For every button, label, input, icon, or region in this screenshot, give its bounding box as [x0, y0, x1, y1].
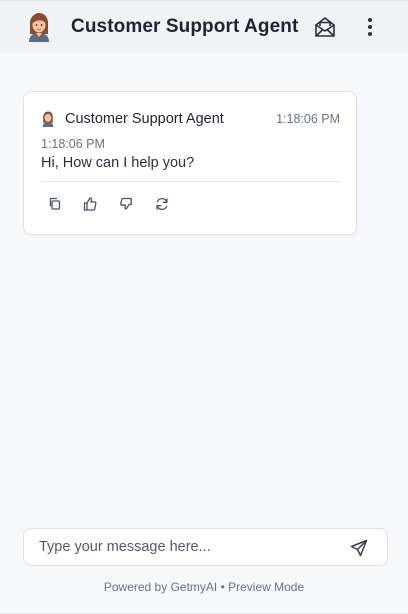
message-timestamp: 1:18:06 PM [276, 112, 340, 126]
message-composer [23, 528, 388, 566]
refresh-icon[interactable] [154, 196, 170, 212]
message-text: Hi, How can I help you? [41, 155, 195, 171]
envelope-open-icon[interactable] [313, 15, 337, 39]
vertical-dots-icon[interactable] [360, 15, 380, 39]
copy-icon[interactable] [47, 196, 63, 212]
footer-credit: Powered by GetmyAI • Preview Mode [103, 580, 305, 594]
divider [41, 181, 340, 182]
thumbs-down-icon[interactable] [118, 196, 134, 212]
message-sender: Customer Support Agent [65, 111, 224, 127]
chat-widget: Customer Support Agent Customer Support … [0, 0, 408, 614]
agent-avatar-icon [26, 12, 52, 42]
message-card: Customer Support Agent 1:18:06 PM 1:18:0… [23, 91, 357, 235]
send-icon[interactable] [350, 539, 368, 557]
page-title: Customer Support Agent [71, 16, 299, 37]
message-time: 1:18:06 PM [41, 137, 105, 151]
agent-avatar-icon [41, 111, 55, 127]
thumbs-up-icon[interactable] [82, 196, 98, 212]
message-input[interactable] [39, 537, 339, 557]
chat-header: Customer Support Agent [0, 1, 408, 53]
